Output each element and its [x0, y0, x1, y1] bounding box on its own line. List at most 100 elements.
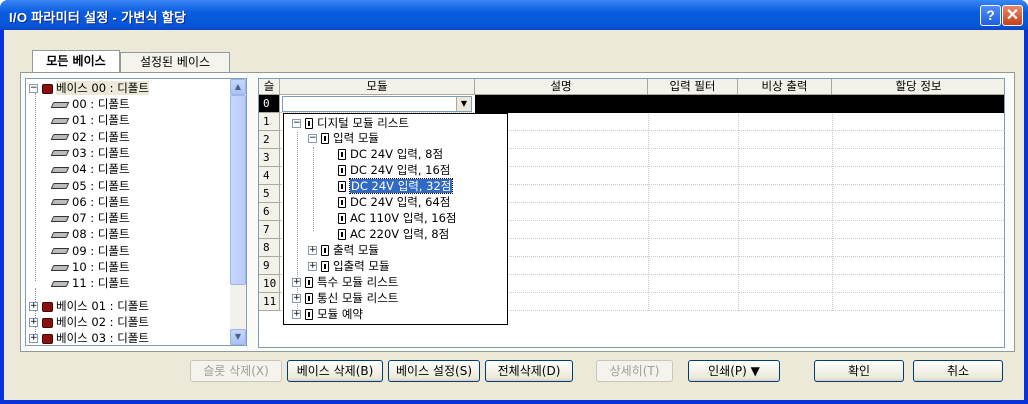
module-icon — [338, 197, 346, 208]
dropdown-label: 출력 모듈 — [333, 243, 379, 257]
tree-scrollbar[interactable]: ▲ ▼ — [230, 79, 246, 345]
tree-item-slot[interactable]: 11 : 디폴트 — [50, 276, 130, 291]
row-header[interactable]: 1 — [259, 113, 280, 131]
tree-item-slot[interactable]: 01 : 디폴트 — [50, 113, 130, 128]
tree-item-label: 베이스 02 : 디폴트 — [56, 315, 149, 329]
tab-configured-bases[interactable]: 설정된 베이스 — [120, 52, 230, 72]
module-combo[interactable]: ▼ — [282, 96, 472, 112]
col-header-emergency-output[interactable]: 비상 출력 — [738, 79, 832, 95]
dropdown-input-item[interactable]: DC 24V 입력, 32점 — [338, 178, 454, 194]
tree-item-label: 09 : 디폴트 — [72, 243, 130, 258]
row-header[interactable]: 6 — [259, 203, 280, 221]
expand-icon[interactable]: + — [29, 318, 38, 327]
help-button[interactable]: ? — [980, 5, 1001, 26]
col-header-slot: 슬롯 — [259, 79, 280, 108]
dropdown-arrow-icon[interactable]: ▼ — [456, 97, 471, 111]
tree-item-slot[interactable]: 07 : 디폴트 — [50, 211, 130, 226]
dropdown-input-item[interactable]: DC 24V 입력, 64점 — [338, 195, 450, 210]
expand-icon[interactable]: + — [29, 302, 38, 311]
module-icon — [338, 229, 346, 240]
tree-item-slot[interactable]: 04 : 디폴트 — [50, 162, 130, 177]
tree-item-base-03[interactable]: + 베이스 03 : 디폴트 — [29, 331, 149, 345]
dropdown-input-item[interactable]: AC 110V 입력, 16점 — [338, 211, 457, 226]
col-header-module[interactable]: 모듈 — [280, 79, 475, 95]
dialog-window: I/O 파라미터 설정 - 가변식 할당 ? ✕ 모든 베이스 설정된 베이스 … — [0, 0, 1028, 404]
row-header[interactable]: 2 — [259, 131, 280, 149]
collapse-icon[interactable]: − — [308, 134, 317, 143]
tree-item-base-01[interactable]: + 베이스 01 : 디폴트 — [29, 299, 149, 314]
dropdown-input-item[interactable]: DC 24V 입력, 16점 — [338, 163, 450, 178]
tree-item-label: 11 : 디폴트 — [72, 276, 130, 291]
base-icon — [42, 333, 53, 344]
scroll-thumb[interactable] — [230, 95, 246, 285]
base-setting-button[interactable]: 베이스 설정(S) — [388, 360, 480, 382]
tree-item-slot[interactable]: 06 : 디폴트 — [50, 194, 130, 210]
delete-all-button[interactable]: 전체삭제(D) — [485, 360, 573, 382]
row-header[interactable]: 4 — [259, 167, 280, 185]
tree-item-label: 07 : 디폴트 — [72, 211, 130, 226]
col-header-description[interactable]: 설명 — [475, 79, 648, 95]
module-dropdown-list[interactable]: − 디지털 모듈 리스트 − 입력 모듈 DC 24V 입력, 8점 DC 24V 입… — [283, 113, 508, 325]
ok-button[interactable]: 확인 — [814, 360, 904, 382]
row-header[interactable]: 8 — [259, 239, 280, 257]
selected-row-cells[interactable] — [475, 95, 1004, 113]
row-header[interactable]: 11 — [259, 293, 280, 311]
tab-all-bases[interactable]: 모든 베이스 — [32, 50, 120, 73]
slot-icon — [50, 280, 70, 287]
row-header[interactable]: 9 — [259, 257, 280, 275]
tree-item-base-02[interactable]: + 베이스 02 : 디폴트 — [29, 315, 149, 330]
module-icon — [338, 149, 346, 160]
details-button[interactable]: 상세히(T) — [596, 360, 673, 382]
tree-item-slot[interactable]: 03 : 디폴트 — [50, 146, 130, 161]
title-bar[interactable]: I/O 파라미터 설정 - 가변식 할당 ? ✕ — [0, 0, 1028, 30]
expand-icon[interactable]: + — [292, 294, 301, 303]
base-delete-button[interactable]: 베이스 삭제(B) — [287, 360, 383, 382]
print-button[interactable]: 인쇄(P) ▼ — [688, 360, 780, 382]
close-button[interactable]: ✕ — [1002, 5, 1023, 26]
tree-item-slot[interactable]: 02 : 디폴트 — [50, 130, 130, 145]
scroll-down-icon[interactable]: ▼ — [230, 329, 246, 345]
tree-item-base-00[interactable]: − 베이스 00 : 디폴트 — [29, 81, 149, 96]
slot-grid[interactable]: 슬롯 모듈 설명 입력 필터 비상 출력 할당 정보 0123456789101… — [258, 78, 1005, 348]
dropdown-comm-modules[interactable]: + 통신 모듈 리스트 — [292, 291, 398, 306]
row-header[interactable]: 0 — [259, 95, 280, 113]
dropdown-special-modules[interactable]: + 특수 모듈 리스트 — [292, 275, 398, 290]
dropdown-io-modules[interactable]: + 입출력 모듈 — [308, 259, 390, 274]
tree-item-label: 10 : 디폴트 — [72, 260, 130, 274]
row-header[interactable]: 10 — [259, 275, 280, 293]
tree-item-slot[interactable]: 10 : 디폴트 — [50, 260, 130, 275]
expand-icon[interactable]: + — [308, 246, 317, 255]
row-header[interactable]: 5 — [259, 185, 280, 203]
slot-delete-button[interactable]: 슬롯 삭제(X) — [190, 360, 282, 382]
slot-icon — [50, 215, 70, 222]
expand-icon[interactable]: + — [292, 278, 301, 287]
expand-icon[interactable]: + — [308, 262, 317, 271]
expand-icon[interactable]: + — [292, 310, 301, 319]
scroll-up-icon[interactable]: ▲ — [230, 79, 246, 95]
dropdown-label: 입력 모듈 — [333, 131, 379, 145]
col-header-allocation-info[interactable]: 할당 정보 — [832, 79, 1004, 95]
dropdown-item-label: DC 24V 입력, 8점 — [350, 147, 444, 161]
dropdown-item-label: AC 110V 입력, 16점 — [350, 211, 457, 225]
tree-item-slot[interactable]: 08 : 디폴트 — [50, 227, 130, 242]
tree-item-label: 06 : 디폴트 — [72, 194, 130, 209]
dropdown-input-modules[interactable]: − 입력 모듈 — [308, 131, 379, 146]
tree-item-slot[interactable]: 09 : 디폴트 — [50, 243, 130, 259]
module-icon — [338, 181, 346, 192]
dropdown-input-item[interactable]: DC 24V 입력, 8점 — [338, 147, 443, 162]
collapse-icon[interactable]: − — [29, 84, 38, 93]
dropdown-input-item[interactable]: AC 220V 입력, 8점 — [338, 227, 449, 242]
row-header[interactable]: 3 — [259, 149, 280, 167]
cancel-button[interactable]: 취소 — [913, 360, 1003, 382]
row-header[interactable]: 7 — [259, 221, 280, 239]
tree-item-slot[interactable]: 00 : 디폴트 — [50, 97, 130, 112]
col-header-input-filter[interactable]: 입력 필터 — [648, 79, 738, 95]
dropdown-output-modules[interactable]: + 출력 모듈 — [308, 243, 379, 258]
base-tree[interactable]: − 베이스 00 : 디폴트 00 : 디폴트 01 : 디폴트 02 : 디폴트 03… — [25, 78, 247, 346]
collapse-icon[interactable]: − — [292, 119, 301, 128]
tree-item-slot[interactable]: 05 : 디폴트 — [50, 179, 130, 194]
expand-icon[interactable]: + — [29, 334, 38, 343]
dropdown-digital-modules[interactable]: − 디지털 모듈 리스트 — [292, 116, 409, 131]
dropdown-label: 디지털 모듈 리스트 — [317, 116, 409, 130]
dropdown-module-reserve[interactable]: + 모듈 예약 — [292, 307, 363, 322]
